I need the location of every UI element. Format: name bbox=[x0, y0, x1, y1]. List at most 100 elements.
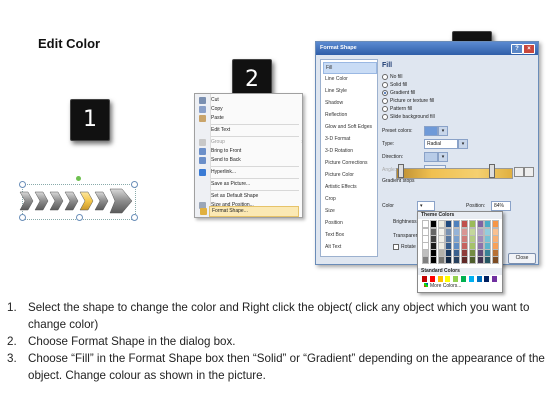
chevron-down-icon[interactable]: ▾ bbox=[438, 152, 448, 162]
sidebar-item-3-d-format[interactable]: 3-D Format bbox=[323, 134, 377, 144]
preset-colors-dropdown[interactable] bbox=[424, 126, 438, 136]
menu-item-send-to-back[interactable]: Send to Back› bbox=[199, 156, 319, 165]
close-button[interactable]: Close bbox=[508, 253, 536, 264]
theme-color-swatch[interactable] bbox=[429, 256, 437, 264]
standard-color-swatch[interactable] bbox=[453, 276, 459, 282]
chevron-segment[interactable] bbox=[64, 191, 79, 211]
menu-item-group[interactable]: Group › bbox=[199, 138, 303, 147]
menu-item-paste[interactable]: Paste bbox=[199, 114, 224, 123]
theme-color-swatch[interactable] bbox=[437, 220, 445, 228]
radio-no-fill[interactable]: No fill bbox=[382, 73, 403, 81]
help-icon[interactable]: ? bbox=[511, 44, 523, 54]
theme-color-swatch[interactable] bbox=[468, 256, 476, 264]
chevron-segment[interactable] bbox=[34, 191, 49, 211]
paint-bucket-icon: ▾ bbox=[420, 203, 423, 209]
theme-color-swatch[interactable] bbox=[461, 256, 468, 264]
theme-color-swatch[interactable] bbox=[492, 256, 500, 264]
menu-item-bring-to-front[interactable]: Bring to Front› bbox=[199, 147, 319, 156]
menu-item-hyperlink[interactable]: Hyperlink... bbox=[199, 168, 236, 177]
theme-color-swatch[interactable] bbox=[453, 220, 461, 228]
resize-handle[interactable] bbox=[19, 181, 26, 188]
standard-color-swatch[interactable] bbox=[476, 276, 482, 282]
more-colors-link[interactable]: More Colors... bbox=[424, 283, 461, 290]
theme-color-swatch[interactable] bbox=[468, 220, 476, 228]
position-input[interactable]: 84% bbox=[491, 201, 511, 211]
theme-color-swatch[interactable] bbox=[422, 256, 429, 264]
standard-color-swatch[interactable] bbox=[422, 276, 427, 282]
radio-slide-background-fill[interactable]: Slide background fill bbox=[382, 113, 435, 121]
sidebar-item-3-d-rotation[interactable]: 3-D Rotation bbox=[323, 146, 377, 156]
standard-color-swatch[interactable] bbox=[437, 276, 443, 282]
theme-color-swatch[interactable] bbox=[484, 256, 492, 264]
menu-item-copy[interactable]: Copy bbox=[199, 105, 223, 114]
color-label: Color bbox=[382, 203, 394, 209]
sidebar-item-position[interactable]: Position bbox=[323, 218, 377, 228]
type-select[interactable]: Radial bbox=[424, 139, 458, 149]
sidebar-item-artistic-effects[interactable]: Artistic Effects bbox=[323, 182, 377, 192]
theme-color-swatch[interactable] bbox=[437, 256, 445, 264]
theme-color-swatch[interactable] bbox=[461, 220, 468, 228]
radio-gradient-fill[interactable]: Gradient fill bbox=[382, 89, 415, 97]
sidebar-item-glow-and-soft-edges[interactable]: Glow and Soft Edges bbox=[323, 122, 377, 132]
color-picker-button[interactable]: ▾ bbox=[417, 201, 435, 211]
theme-color-swatch[interactable] bbox=[484, 220, 492, 228]
resize-handle[interactable] bbox=[19, 214, 26, 221]
sidebar-item-picture-corrections[interactable]: Picture Corrections bbox=[323, 158, 377, 168]
theme-color-swatch[interactable] bbox=[453, 256, 461, 264]
menu-item-set-default-shape[interactable]: Set as Default Shape bbox=[211, 192, 258, 201]
theme-color-swatch[interactable] bbox=[429, 220, 437, 228]
sidebar-item-text-box[interactable]: Text Box bbox=[323, 230, 377, 240]
chevron-segment[interactable] bbox=[94, 191, 109, 211]
menu-item-edit-text[interactable]: Edit Text bbox=[211, 126, 230, 135]
dialog-title-bar[interactable]: Format Shape ? × bbox=[316, 42, 538, 55]
chevron-segment[interactable] bbox=[109, 188, 133, 214]
resize-handle[interactable] bbox=[76, 214, 83, 221]
standard-color-swatch[interactable] bbox=[429, 276, 435, 282]
sidebar-item-shadow[interactable]: Shadow bbox=[323, 98, 377, 108]
standard-color-swatch[interactable] bbox=[484, 276, 490, 282]
radio-pattern-fill[interactable]: Pattern fill bbox=[382, 105, 412, 113]
sidebar-item-alt-text[interactable]: Alt Text bbox=[323, 242, 377, 252]
chevron-segment[interactable] bbox=[49, 191, 64, 211]
sidebar-item-reflection[interactable]: Reflection bbox=[323, 110, 377, 120]
fill-heading: Fill bbox=[382, 62, 393, 69]
radio-solid-fill[interactable]: Solid fill bbox=[382, 81, 407, 89]
theme-color-swatch[interactable] bbox=[492, 220, 500, 228]
remove-stop-icon[interactable] bbox=[524, 167, 534, 177]
sidebar-item-line-style[interactable]: Line Style bbox=[323, 86, 377, 96]
sidebar-item-crop[interactable]: Crop bbox=[323, 194, 377, 204]
theme-color-swatch[interactable] bbox=[445, 220, 453, 228]
gradient-stop-handle[interactable] bbox=[489, 164, 495, 178]
chevron-highlighted[interactable] bbox=[79, 191, 94, 211]
standard-color-swatch[interactable] bbox=[468, 276, 474, 282]
brightness-label: Brightness bbox=[393, 219, 417, 225]
rotation-handle[interactable] bbox=[76, 176, 81, 181]
resize-handle[interactable] bbox=[131, 214, 138, 221]
chevron-segment[interactable] bbox=[19, 191, 34, 211]
gradient-stops-bar[interactable] bbox=[396, 168, 513, 179]
standard-color-swatch[interactable] bbox=[492, 276, 498, 282]
menu-item-format-shape[interactable]: Format Shape... bbox=[200, 206, 299, 217]
menu-item-save-as-picture[interactable]: Save as Picture... bbox=[211, 180, 250, 189]
chevron-down-icon[interactable]: ▾ bbox=[438, 126, 448, 136]
instruction-step-3: 3. Choose “Fill” in the Format Shape box … bbox=[7, 350, 555, 384]
sidebar-item-fill[interactable]: Fill bbox=[323, 62, 377, 74]
radio-picture-fill[interactable]: Picture or texture fill bbox=[382, 97, 434, 105]
theme-color-swatch[interactable] bbox=[476, 220, 484, 228]
sidebar-item-picture-color[interactable]: Picture Color bbox=[323, 170, 377, 180]
theme-color-swatch[interactable] bbox=[422, 220, 429, 228]
resize-handle[interactable] bbox=[131, 181, 138, 188]
standard-color-swatch[interactable] bbox=[461, 276, 466, 282]
sidebar-item-line-color[interactable]: Line Color bbox=[323, 74, 377, 84]
theme-color-swatch[interactable] bbox=[445, 256, 453, 264]
bring-front-icon bbox=[199, 148, 206, 155]
sidebar-item-size[interactable]: Size bbox=[323, 206, 377, 216]
chevron-down-icon[interactable]: ▾ bbox=[458, 139, 468, 149]
theme-color-swatch[interactable] bbox=[476, 256, 484, 264]
add-stop-icon[interactable] bbox=[514, 167, 524, 177]
menu-item-cut[interactable]: Cut bbox=[199, 96, 219, 105]
direction-dropdown[interactable] bbox=[424, 152, 438, 162]
gradient-stop-handle[interactable] bbox=[398, 164, 404, 178]
standard-color-swatch[interactable] bbox=[445, 276, 451, 282]
close-icon[interactable]: × bbox=[523, 44, 535, 54]
